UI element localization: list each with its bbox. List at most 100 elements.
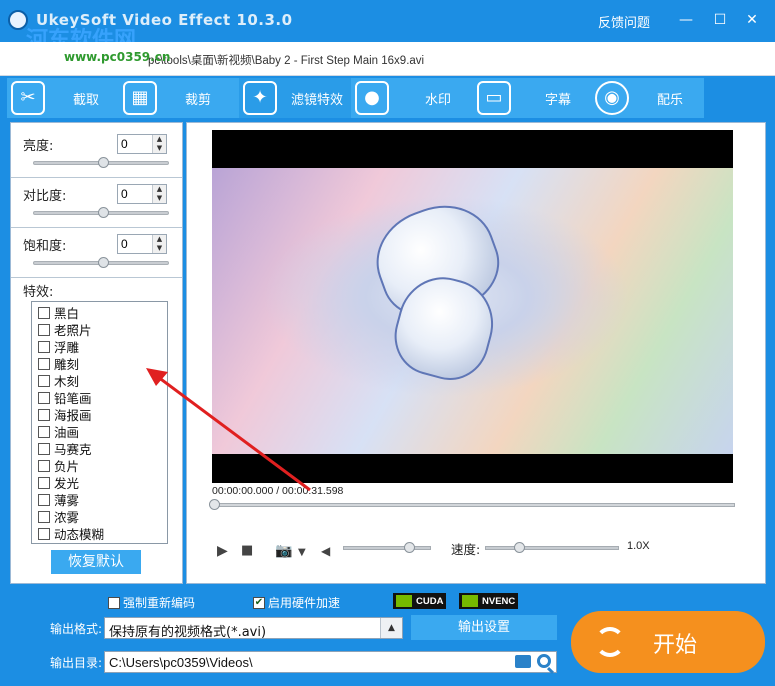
force-reencode-label: 强制重新编码: [123, 596, 196, 610]
minimize-button[interactable]: —: [676, 10, 696, 30]
effect-item[interactable]: 老照片: [38, 321, 92, 338]
maximize-button[interactable]: ☐: [710, 10, 730, 30]
tab-subtitle[interactable]: ▭ 字幕: [473, 78, 591, 118]
checkbox[interactable]: [38, 323, 50, 336]
effect-item[interactable]: 浓雾: [38, 508, 79, 525]
preview-panel: 00:00:00.000 / 00:00:31.598 ▶ ■ 📷 ▼ ◀ 速度…: [186, 122, 766, 584]
app-logo-icon: [8, 10, 28, 30]
checkbox[interactable]: [38, 408, 50, 421]
contrast-slider[interactable]: [33, 207, 169, 218]
effect-item[interactable]: 海报画: [38, 406, 92, 423]
checkbox[interactable]: [38, 306, 50, 319]
spin-arrows-icon[interactable]: ▲ ▼: [152, 135, 166, 153]
stop-icon[interactable]: ■: [241, 543, 253, 558]
tab-crop[interactable]: ▦ 裁剪: [119, 78, 239, 118]
spin-arrows-icon[interactable]: ▲ ▼: [152, 235, 166, 253]
folder-icon[interactable]: [515, 655, 531, 668]
divider: [11, 177, 182, 178]
speed-knob[interactable]: [514, 542, 525, 553]
tab-trim[interactable]: ✂ 截取: [7, 78, 119, 118]
checkbox[interactable]: [38, 357, 50, 370]
hw-accel-option[interactable]: ✔ 启用硬件加速: [253, 594, 340, 611]
saturation-slider[interactable]: [33, 257, 169, 268]
nvidia-icon: [396, 595, 412, 607]
tab-strip: ✂ 截取 ▦ 裁剪 ✦ 滤镜特效 ● 水印 ▭ 字幕 ◉ 配乐: [7, 78, 704, 118]
dropdown-arrow-icon[interactable]: ▲: [380, 618, 402, 638]
divider: [11, 227, 182, 228]
feedback-link[interactable]: 反馈问题: [598, 12, 650, 31]
checkbox[interactable]: [108, 596, 120, 609]
seek-bar[interactable]: [209, 499, 735, 510]
divider: [11, 277, 182, 278]
start-button[interactable]: 开始: [571, 611, 765, 673]
brightness-label: 亮度:: [23, 139, 54, 154]
brightness-spinbox[interactable]: 0 ▲ ▼: [117, 134, 167, 154]
contrast-spinbox[interactable]: 0 ▲ ▼: [117, 184, 167, 204]
saturation-spinbox[interactable]: 0 ▲ ▼: [117, 234, 167, 254]
output-dir-field[interactable]: C:\Users\pc0359\Videos\: [104, 651, 557, 673]
spin-arrows-icon[interactable]: ▲ ▼: [152, 185, 166, 203]
slider-knob[interactable]: [98, 257, 109, 268]
effect-item[interactable]: 薄雾: [38, 491, 79, 508]
checkbox[interactable]: [38, 493, 50, 506]
checkbox[interactable]: [38, 510, 50, 523]
effect-item[interactable]: 马赛克: [38, 440, 92, 457]
audio-icon: ◉: [595, 81, 629, 115]
effect-item[interactable]: 木刻: [38, 372, 79, 389]
tab-trim-label: 截取: [73, 92, 100, 108]
speed-slider[interactable]: [485, 542, 619, 553]
effect-item[interactable]: 雕刻: [38, 355, 79, 372]
stars-icon: ✦: [243, 81, 277, 115]
volume-knob[interactable]: [404, 542, 415, 553]
play-icon[interactable]: ▶: [217, 543, 228, 559]
output-settings-button[interactable]: 输出设置: [411, 615, 557, 640]
drop-icon: ●: [355, 81, 389, 115]
speed-label: 速度:: [451, 542, 481, 557]
checkbox[interactable]: [38, 391, 50, 404]
checkbox[interactable]: [38, 374, 50, 387]
effect-item[interactable]: 浮雕: [38, 338, 79, 355]
tab-crop-label: 裁剪: [185, 92, 212, 108]
tab-filter-effects-label: 滤镜特效: [291, 92, 344, 108]
slider-knob[interactable]: [98, 157, 109, 168]
checkbox[interactable]: [38, 442, 50, 455]
volume-icon[interactable]: ◀: [321, 544, 330, 558]
speed-value: 1.0X: [627, 540, 650, 552]
brightness-value: 0: [121, 137, 128, 151]
checkbox[interactable]: [38, 476, 50, 489]
effect-label: 动态模糊: [54, 527, 105, 542]
output-format-label: 输出格式:: [50, 622, 103, 636]
reset-default-button[interactable]: 恢复默认: [51, 550, 141, 574]
volume-slider[interactable]: [343, 542, 431, 553]
checkbox[interactable]: [38, 425, 50, 438]
file-path: pc\tools\桌面\新视频\Baby 2 - First Step Main…: [148, 55, 425, 67]
force-reencode-option[interactable]: 强制重新编码: [108, 594, 195, 611]
effect-item[interactable]: 动态模糊: [38, 525, 104, 542]
close-button[interactable]: ✕: [742, 10, 762, 30]
tab-audio-label: 配乐: [657, 92, 684, 108]
title-bar: UkeySoft Video Effect 10.3.0 河东软件网 反馈问题 …: [0, 0, 775, 53]
checkbox[interactable]: [38, 459, 50, 472]
app-window: UkeySoft Video Effect 10.3.0 河东软件网 反馈问题 …: [0, 0, 775, 686]
tab-filter-effects[interactable]: ✦ 滤镜特效: [239, 78, 351, 118]
effect-item[interactable]: 负片: [38, 457, 79, 474]
checkbox[interactable]: [38, 340, 50, 353]
effect-item[interactable]: 发光: [38, 474, 79, 491]
output-format-select[interactable]: 保持原有的视频格式(*.avi) ▲: [104, 617, 403, 640]
slider-knob[interactable]: [98, 207, 109, 218]
subtitle-icon: ▭: [477, 81, 511, 115]
effect-item[interactable]: 黑白: [38, 304, 79, 321]
tab-watermark-label: 水印: [425, 92, 452, 108]
checkbox[interactable]: [38, 527, 50, 540]
effect-item[interactable]: 油画: [38, 423, 79, 440]
tab-audio[interactable]: ◉ 配乐: [591, 78, 704, 118]
chevron-down-icon[interactable]: ▼: [298, 547, 306, 558]
checkbox-checked[interactable]: ✔: [253, 596, 265, 609]
search-icon[interactable]: [537, 654, 551, 668]
camera-icon[interactable]: 📷: [275, 543, 292, 559]
saturation-label: 饱和度:: [23, 239, 67, 254]
effect-item[interactable]: 铅笔画: [38, 389, 92, 406]
brightness-slider[interactable]: [33, 157, 169, 168]
tab-watermark[interactable]: ● 水印: [351, 78, 473, 118]
seek-knob[interactable]: [209, 499, 220, 510]
